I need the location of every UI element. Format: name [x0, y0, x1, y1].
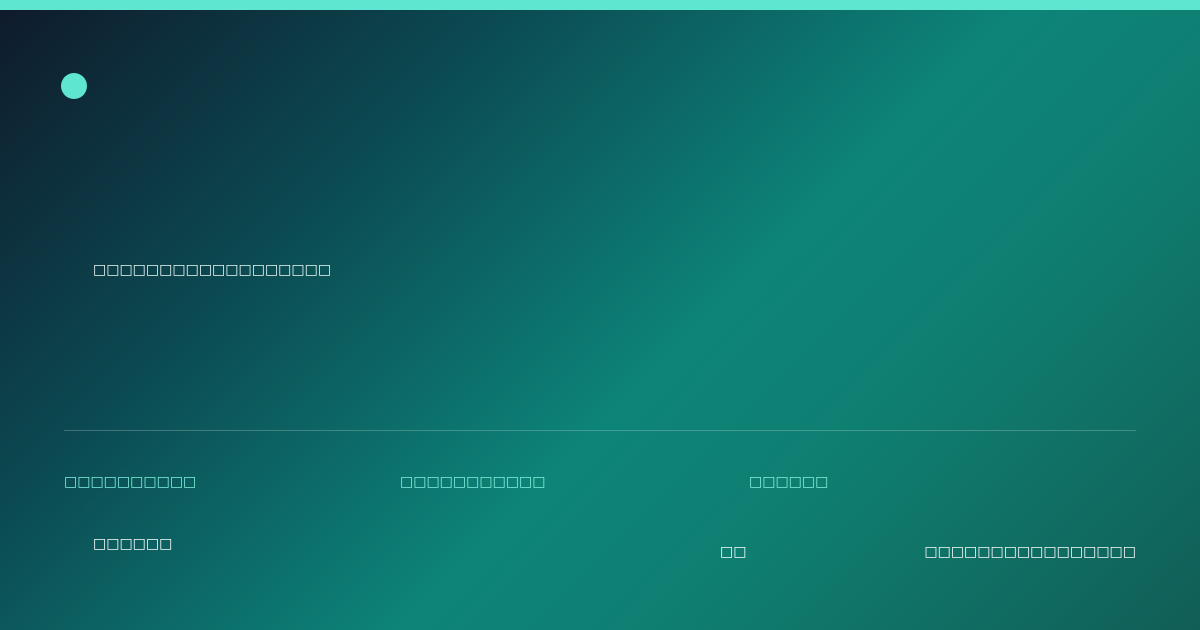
- stat-label-1: □□□□□□□□□□: [64, 474, 197, 490]
- sub-value-text: □□□□□□: [93, 536, 173, 552]
- divider: [64, 430, 1136, 431]
- circle-dot-icon: [61, 73, 87, 99]
- top-accent-bar: [0, 0, 1200, 10]
- headline-text: □□□□□□□□□□□□□□□□□□: [93, 262, 332, 278]
- stat-label-2: □□□□□□□□□□□: [400, 474, 546, 490]
- footer-right-text: □□□□□□□□□□□□□□□□: [924, 544, 1136, 560]
- stat-label-3: □□□□□□: [749, 474, 829, 490]
- footer-tag: □□: [720, 544, 747, 560]
